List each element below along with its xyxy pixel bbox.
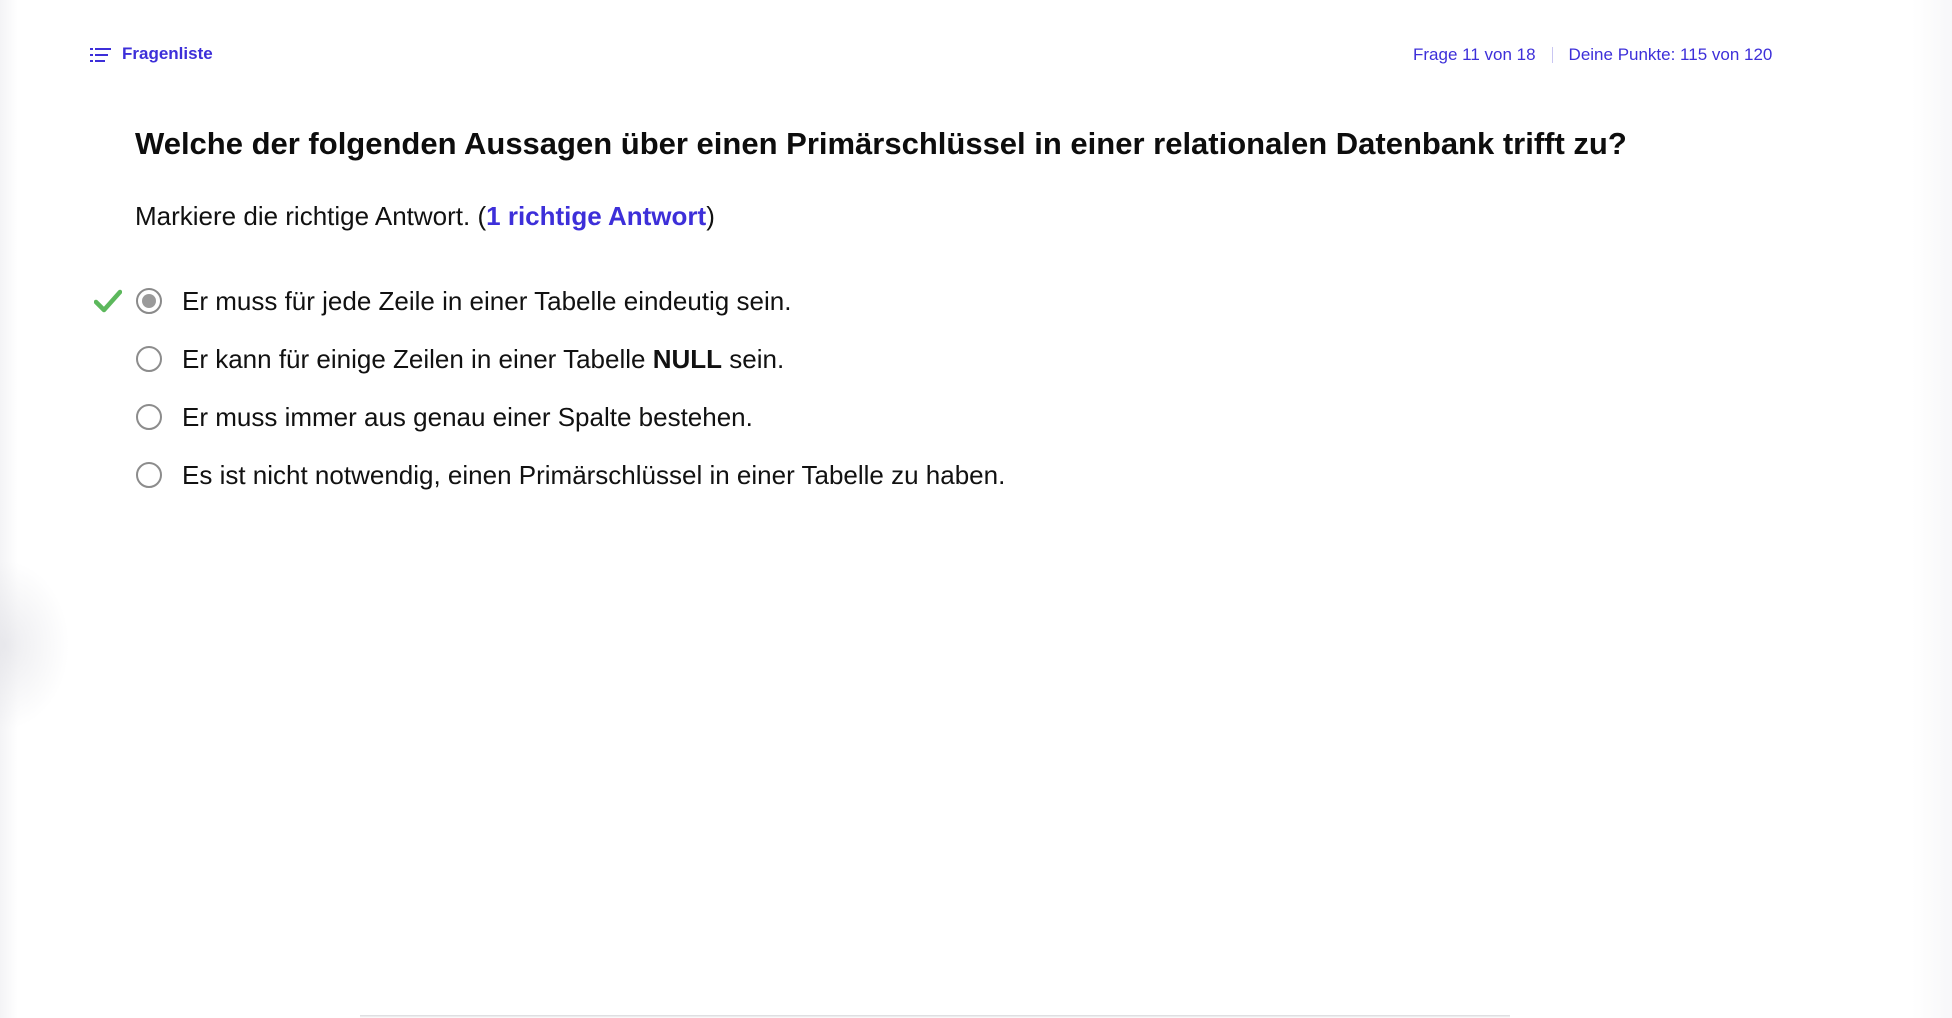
question-list-label: Fragenliste — [122, 44, 213, 63]
radio-dot — [142, 294, 156, 308]
instruction-answer-count: 1 richtige Antwort — [486, 201, 707, 231]
radio-button[interactable] — [136, 346, 162, 372]
question-progress: Frage 11 von 18 — [1413, 45, 1536, 64]
answer-option-text: Er muss für jede Zeile in einer Tabelle … — [182, 285, 792, 316]
indicator-slot — [94, 460, 136, 490]
instruction-prefix: Markiere die richtige Antwort. ( — [135, 201, 487, 231]
answer-option-1[interactable]: Er muss für jede Zeile in einer Tabelle … — [94, 272, 1005, 330]
question-title: Welche der folgenden Aussagen über einen… — [135, 126, 1627, 161]
left-edge-blur — [0, 560, 70, 730]
radio-button-selected[interactable] — [136, 288, 162, 314]
points-display: Deine Punkte: 115 von 120 — [1568, 45, 1773, 64]
instruction-suffix: ) — [706, 201, 715, 231]
radio-button[interactable] — [136, 404, 162, 430]
quiz-page: Fragenliste Frage 11 von 18 Deine Punkte… — [0, 0, 1952, 1018]
question-instruction: Markiere die richtige Antwort. (1 richti… — [135, 201, 715, 232]
answer-option-text: Er kann für einige Zeilen in einer Tabel… — [182, 343, 785, 374]
answer-option-3[interactable]: Er muss immer aus genau einer Spalte bes… — [94, 388, 1005, 446]
radio-button[interactable] — [136, 462, 162, 488]
answer-options: Er muss für jede Zeile in einer Tabelle … — [94, 272, 1005, 504]
left-edge-shadow — [0, 0, 18, 1018]
progress-separator — [1551, 47, 1553, 63]
answer-option-4[interactable]: Es ist nicht notwendig, einen Primärschl… — [94, 446, 1005, 504]
answer-option-text: Es ist nicht notwendig, einen Primärschl… — [182, 459, 1006, 490]
correct-indicator — [94, 286, 136, 316]
question-list-button[interactable]: Fragenliste — [90, 44, 213, 64]
checkmark-icon — [94, 289, 122, 313]
indicator-slot — [94, 344, 136, 374]
answer-option-2[interactable]: Er kann für einige Zeilen in einer Tabel… — [94, 330, 1005, 388]
progress-info: Frage 11 von 18 Deine Punkte: 115 von 12… — [1413, 45, 1772, 65]
list-icon — [90, 47, 112, 62]
answer-option-text: Er muss immer aus genau einer Spalte bes… — [182, 401, 753, 432]
indicator-slot — [94, 402, 136, 432]
right-edge-shadow — [1912, 0, 1952, 1018]
